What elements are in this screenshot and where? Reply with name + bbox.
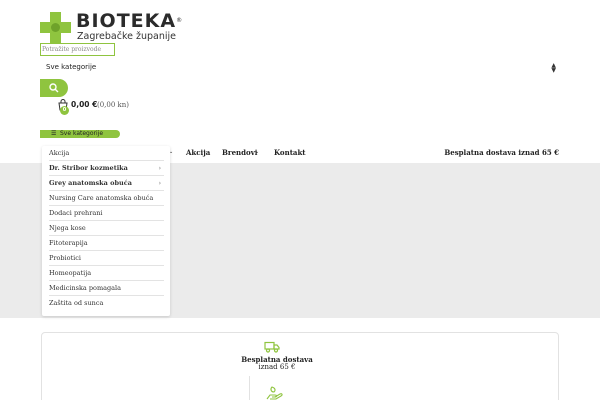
cart-total-eur: 0,00 € — [71, 100, 98, 109]
dropdown-item-probiotici[interactable]: Probiotici — [49, 251, 164, 266]
chevron-right-icon: › — [158, 180, 161, 187]
dropdown-item-nursing-care[interactable]: Nursing Care anatomska obuća — [49, 191, 164, 206]
truck-icon — [264, 341, 280, 353]
free-shipping-notice: Besplatna dostava iznad 65 € — [444, 148, 559, 157]
logo[interactable]: BIOTEKA® Zagrebačke županije — [40, 11, 182, 43]
dropdown-item-homeopatija[interactable]: Homeopatija — [49, 266, 164, 281]
chevron-down-icon: ⌄ — [255, 149, 260, 155]
dropdown-item-dodaci-prehrani[interactable]: Dodaci prehrani — [49, 206, 164, 221]
menu-icon: ☰ — [51, 130, 57, 137]
dropdown-item-fitoterapija[interactable]: Fitoterapija — [49, 236, 164, 251]
category-select[interactable]: Sve kategorije ▲ ▼ — [40, 62, 560, 75]
nav-item-brendovi[interactable]: Brendovi — [222, 148, 257, 157]
dropdown-item-dr-stribor[interactable]: Dr. Stribor kozmetika › — [49, 161, 164, 176]
brand-name: BIOTEKA® — [76, 10, 183, 32]
logo-cross-icon — [40, 12, 71, 43]
dropdown-item-njega-kose[interactable]: Njega kose — [49, 221, 164, 236]
nav-item-kontakt[interactable]: Kontakt — [274, 148, 306, 157]
feature-divider — [249, 376, 250, 400]
dropdown-item-medicinska-pomagala[interactable]: Medicinska pomagala — [49, 281, 164, 296]
cart-count-badge: 0 — [60, 106, 69, 115]
brand-tagline: Zagrebačke županije — [77, 31, 177, 42]
cart-total-kn: (0,00 kn) — [97, 100, 130, 109]
dropdown-item-akcija[interactable]: Akcija — [49, 146, 164, 161]
search-input[interactable] — [40, 43, 115, 56]
all-categories-label: Sve kategorije — [60, 130, 104, 137]
all-categories-button[interactable]: ☰ Sve kategorije — [40, 130, 120, 138]
category-dropdown: Akcija Dr. Stribor kozmetika › Grey anato… — [42, 146, 170, 316]
category-select-value: Sve kategorije — [46, 63, 97, 71]
search-button[interactable] — [40, 79, 68, 97]
features-box: Besplatna dostava iznad 65 € — [41, 332, 559, 400]
dropdown-item-grey-obuca[interactable]: Grey anatomska obuća › — [49, 176, 164, 191]
hand-leaf-icon — [266, 386, 283, 400]
chevron-right-icon: › — [158, 165, 161, 172]
nav-item-akcija[interactable]: Akcija — [186, 148, 210, 157]
sort-arrows-icon: ▲ ▼ — [551, 62, 556, 74]
dropdown-item-zastita-od-sunca[interactable]: Zaštita od sunca — [49, 296, 164, 311]
search-icon — [49, 83, 59, 93]
feature-shipping-subtitle: iznad 65 € — [258, 363, 296, 371]
